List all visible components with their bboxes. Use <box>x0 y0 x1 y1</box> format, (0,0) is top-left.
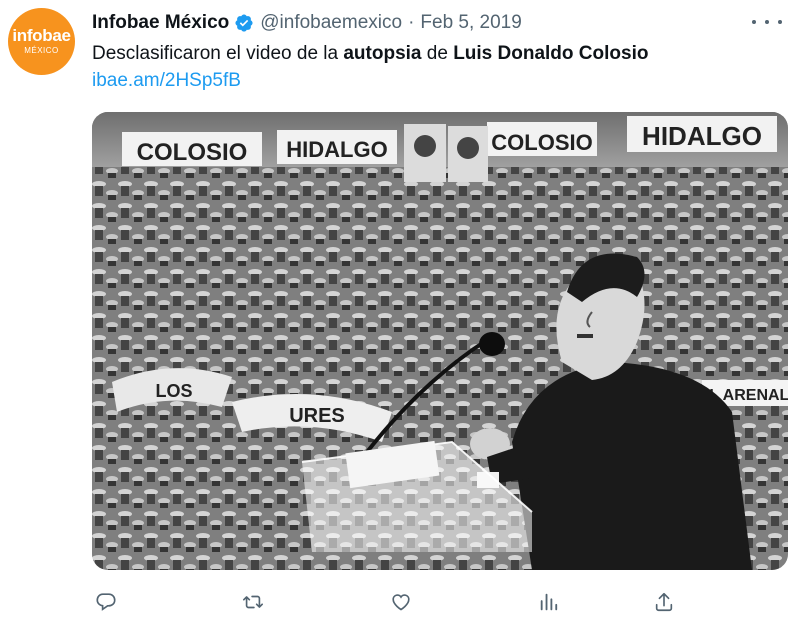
tweet-media-photo[interactable]: COLOSIO HIDALGO COLOSIO HIDALGO EL ARENA… <box>92 112 788 570</box>
tweet-text-bold: autopsia <box>343 43 422 64</box>
tweet-text-bold: Luis Donaldo Colosio <box>453 43 649 64</box>
tweet-link[interactable]: ibae.am/2HSp5fB <box>92 68 241 94</box>
tweet-date[interactable]: Feb 5, 2019 <box>420 12 521 34</box>
banner-text: COLOSIO <box>137 139 248 166</box>
share-icon[interactable] <box>650 588 678 616</box>
banner-text: URES <box>289 405 345 427</box>
banner-text: COLOSIO <box>491 130 592 155</box>
banner-text: HIDALGO <box>642 121 762 151</box>
views-icon[interactable] <box>535 588 563 616</box>
banner-text: HIDALGO <box>286 137 387 162</box>
verified-badge-icon <box>235 14 253 32</box>
more-dot <box>765 20 769 24</box>
tweet-text-part: de <box>421 43 454 64</box>
tweet-header: Infobae México @infobaemexico · Feb 5, 2… <box>92 10 522 36</box>
account-name[interactable]: Infobae México <box>92 12 229 34</box>
photo-illustration: COLOSIO HIDALGO COLOSIO HIDALGO EL ARENA… <box>92 112 788 570</box>
banner-text: LOS <box>155 381 192 401</box>
more-options-icon[interactable] <box>752 12 782 32</box>
avatar[interactable]: infobae MÉXICO <box>8 8 75 75</box>
like-icon[interactable] <box>387 588 415 616</box>
more-dot <box>752 20 756 24</box>
tweet-text: Desclasificaron el video de la autopsia … <box>92 41 648 67</box>
tweet-actions <box>92 588 692 616</box>
more-dot <box>778 20 782 24</box>
tweet-text-part: Desclasificaron el video de la <box>92 43 344 64</box>
reply-icon[interactable] <box>92 588 120 616</box>
avatar-brand-text: infobae <box>12 26 71 45</box>
separator-dot: · <box>408 12 415 33</box>
account-handle[interactable]: @infobaemexico <box>260 12 402 34</box>
avatar-sub-text: MÉXICO <box>24 46 59 55</box>
retweet-icon[interactable] <box>239 588 267 616</box>
